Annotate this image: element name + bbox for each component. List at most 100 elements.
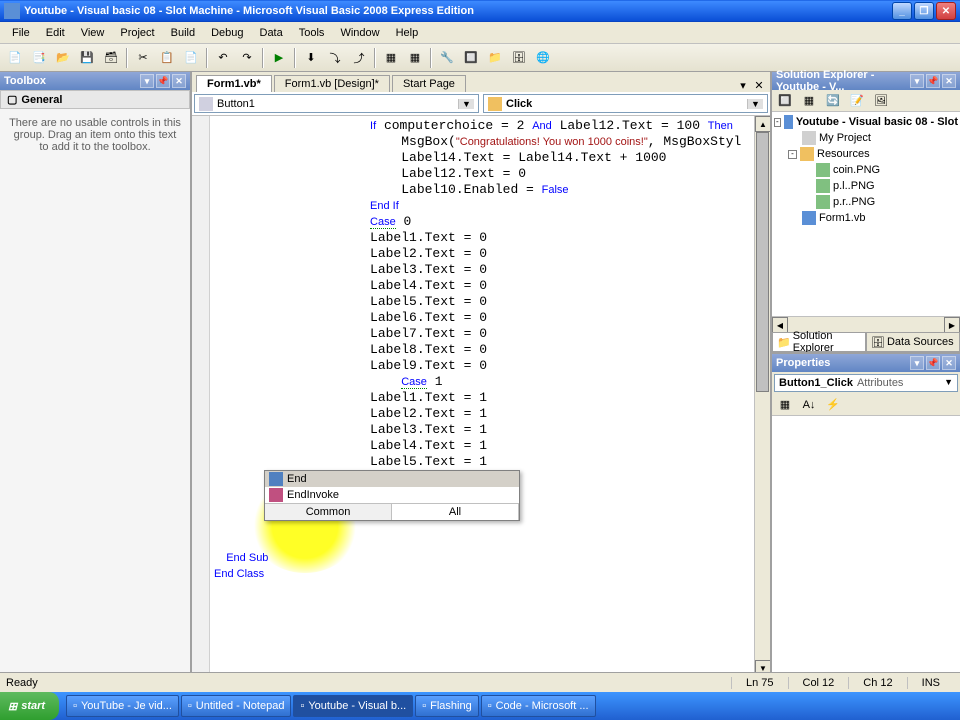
tree-node[interactable]: p.l..PNG [774, 178, 958, 194]
add-item-icon[interactable]: 📑 [28, 47, 50, 69]
tab-form1-design[interactable]: Form1.vb [Design]* [274, 75, 390, 92]
scroll-right-icon[interactable]: ▶ [944, 317, 960, 333]
document-tabs: Form1.vb* Form1.vb [Design]* Start Page … [192, 72, 770, 92]
menu-tools[interactable]: Tools [291, 25, 333, 41]
pin-icon[interactable]: 📌 [926, 356, 940, 370]
dropdown-icon[interactable]: ▾ [140, 74, 154, 88]
taskbar-item[interactable]: ▫Flashing [415, 695, 478, 717]
close-icon[interactable]: ✕ [942, 74, 956, 88]
tree-node[interactable]: Form1.vb [774, 210, 958, 226]
intellisense-tab-common[interactable]: Common [265, 504, 392, 520]
menu-window[interactable]: Window [332, 25, 387, 41]
browser-icon[interactable]: 🌐 [532, 47, 554, 69]
taskbar-item[interactable]: ▫YouTube - Je vid... [66, 695, 179, 717]
categorized-icon[interactable]: ▦ [774, 394, 796, 416]
dropdown-icon[interactable]: ▾ [910, 356, 924, 370]
taskbar-item[interactable]: ▫Youtube - Visual b... [293, 695, 413, 717]
menu-data[interactable]: Data [252, 25, 291, 41]
paste-icon[interactable]: 📄 [180, 47, 202, 69]
expander-icon[interactable]: - [788, 150, 797, 159]
vertical-scrollbar[interactable]: ▲ ▼ [754, 116, 770, 676]
scroll-up-icon[interactable]: ▲ [755, 116, 770, 132]
uncomment-icon[interactable]: ▦ [404, 47, 426, 69]
maximize-button[interactable]: ❐ [914, 2, 934, 20]
menu-view[interactable]: View [73, 25, 113, 41]
intellisense-item[interactable]: EndInvoke [265, 487, 519, 503]
code-body[interactable]: If computerchoice = 2 And Label12.Text =… [210, 116, 754, 676]
start-icon: ⊞ [8, 700, 17, 713]
events-icon[interactable]: ⚡ [822, 394, 844, 416]
tree-node[interactable]: coin.PNG [774, 162, 958, 178]
app-icon: ▫ [300, 700, 304, 712]
menu-debug[interactable]: Debug [203, 25, 251, 41]
menu-build[interactable]: Build [163, 25, 203, 41]
separator [294, 48, 296, 68]
view-code-icon[interactable]: 📝 [846, 90, 868, 112]
taskbar-item[interactable]: ▫Untitled - Notepad [181, 695, 292, 717]
properties-grid[interactable] [772, 416, 960, 692]
intellisense-item[interactable]: End [265, 471, 519, 487]
menu-file[interactable]: File [4, 25, 38, 41]
member-dropdowns: Button1 ▼ Click ▼ [192, 92, 770, 116]
method-dropdown[interactable]: Click ▼ [483, 94, 768, 113]
expander-icon[interactable]: - [774, 118, 781, 127]
start-button[interactable]: ⊞ start [0, 692, 59, 720]
tab-dropdown-icon[interactable]: ▾ [736, 78, 750, 92]
intellisense-tab-all[interactable]: All [392, 504, 519, 520]
refresh-icon[interactable]: 🔄 [822, 90, 844, 112]
tab-close-icon[interactable]: ✕ [752, 78, 766, 92]
taskbar-item[interactable]: ▫Code - Microsoft ... [481, 695, 596, 717]
class-dropdown[interactable]: Button1 ▼ [194, 94, 479, 113]
tree-node[interactable]: My Project [774, 130, 958, 146]
new-project-icon[interactable]: 📄 [4, 47, 26, 69]
code-editor[interactable]: If computerchoice = 2 And Label12.Text =… [192, 116, 770, 676]
cut-icon[interactable]: ✂ [132, 47, 154, 69]
tree-node[interactable]: p.r..PNG [774, 194, 958, 210]
view-designer-icon[interactable]: 🖼 [870, 90, 892, 112]
show-all-icon[interactable]: ▦ [798, 90, 820, 112]
minimize-button[interactable]: _ [892, 2, 912, 20]
tab-start-page[interactable]: Start Page [392, 75, 466, 92]
toolbox-title: Toolbox [4, 75, 46, 87]
pin-icon[interactable]: 📌 [156, 74, 170, 88]
props-icon[interactable]: 🔲 [460, 47, 482, 69]
toolbox-group-general[interactable]: ▢ General [0, 90, 190, 109]
solution-tree[interactable]: -Youtube - Visual basic 08 - SlotMy Proj… [772, 112, 960, 316]
toolbox-icon[interactable]: 🔧 [436, 47, 458, 69]
intellisense-popup[interactable]: EndEndInvoke Common All [264, 470, 520, 521]
save-icon[interactable]: 💾 [76, 47, 98, 69]
taskbar-label: Untitled - Notepad [196, 700, 285, 712]
open-icon[interactable]: 📂 [52, 47, 74, 69]
scroll-left-icon[interactable]: ◀ [772, 317, 788, 333]
properties-icon[interactable]: 🔲 [774, 90, 796, 112]
step-out-icon[interactable]: ⤴ [348, 47, 370, 69]
step-into-icon[interactable]: ⬇ [300, 47, 322, 69]
menu-help[interactable]: Help [388, 25, 427, 41]
step-over-icon[interactable]: ⤵ [324, 47, 346, 69]
menu-project[interactable]: Project [112, 25, 162, 41]
dropdown-icon[interactable]: ▾ [910, 74, 924, 88]
redo-icon[interactable]: ↷ [236, 47, 258, 69]
close-icon[interactable]: ✕ [172, 74, 186, 88]
properties-object-dropdown[interactable]: Button1_Click Attributes ▼ [774, 374, 958, 392]
run-icon[interactable]: ▶ [268, 47, 290, 69]
close-icon[interactable]: ✕ [942, 356, 956, 370]
menu-edit[interactable]: Edit [38, 25, 73, 41]
database-icon[interactable]: 🗄 [508, 47, 530, 69]
scroll-thumb[interactable] [756, 132, 769, 392]
copy-icon[interactable]: 📋 [156, 47, 178, 69]
explorer-icon[interactable]: 📁 [484, 47, 506, 69]
tree-node[interactable]: -Resources [774, 146, 958, 162]
tab-data-sources[interactable]: 🗄 Data Sources [866, 332, 960, 352]
close-button[interactable]: ✕ [936, 2, 956, 20]
tab-solution-explorer[interactable]: 📁 Solution Explorer [772, 332, 866, 352]
tree-node[interactable]: -Youtube - Visual basic 08 - Slot [774, 114, 958, 130]
alphabetical-icon[interactable]: A↓ [798, 394, 820, 416]
save-all-icon[interactable]: 🗃 [100, 47, 122, 69]
menubar: File Edit View Project Build Debug Data … [0, 22, 960, 44]
tab-form1-code[interactable]: Form1.vb* [196, 75, 272, 92]
chevron-down-icon: ▼ [747, 99, 763, 109]
undo-icon[interactable]: ↶ [212, 47, 234, 69]
comment-icon[interactable]: ▦ [380, 47, 402, 69]
pin-icon[interactable]: 📌 [926, 74, 940, 88]
